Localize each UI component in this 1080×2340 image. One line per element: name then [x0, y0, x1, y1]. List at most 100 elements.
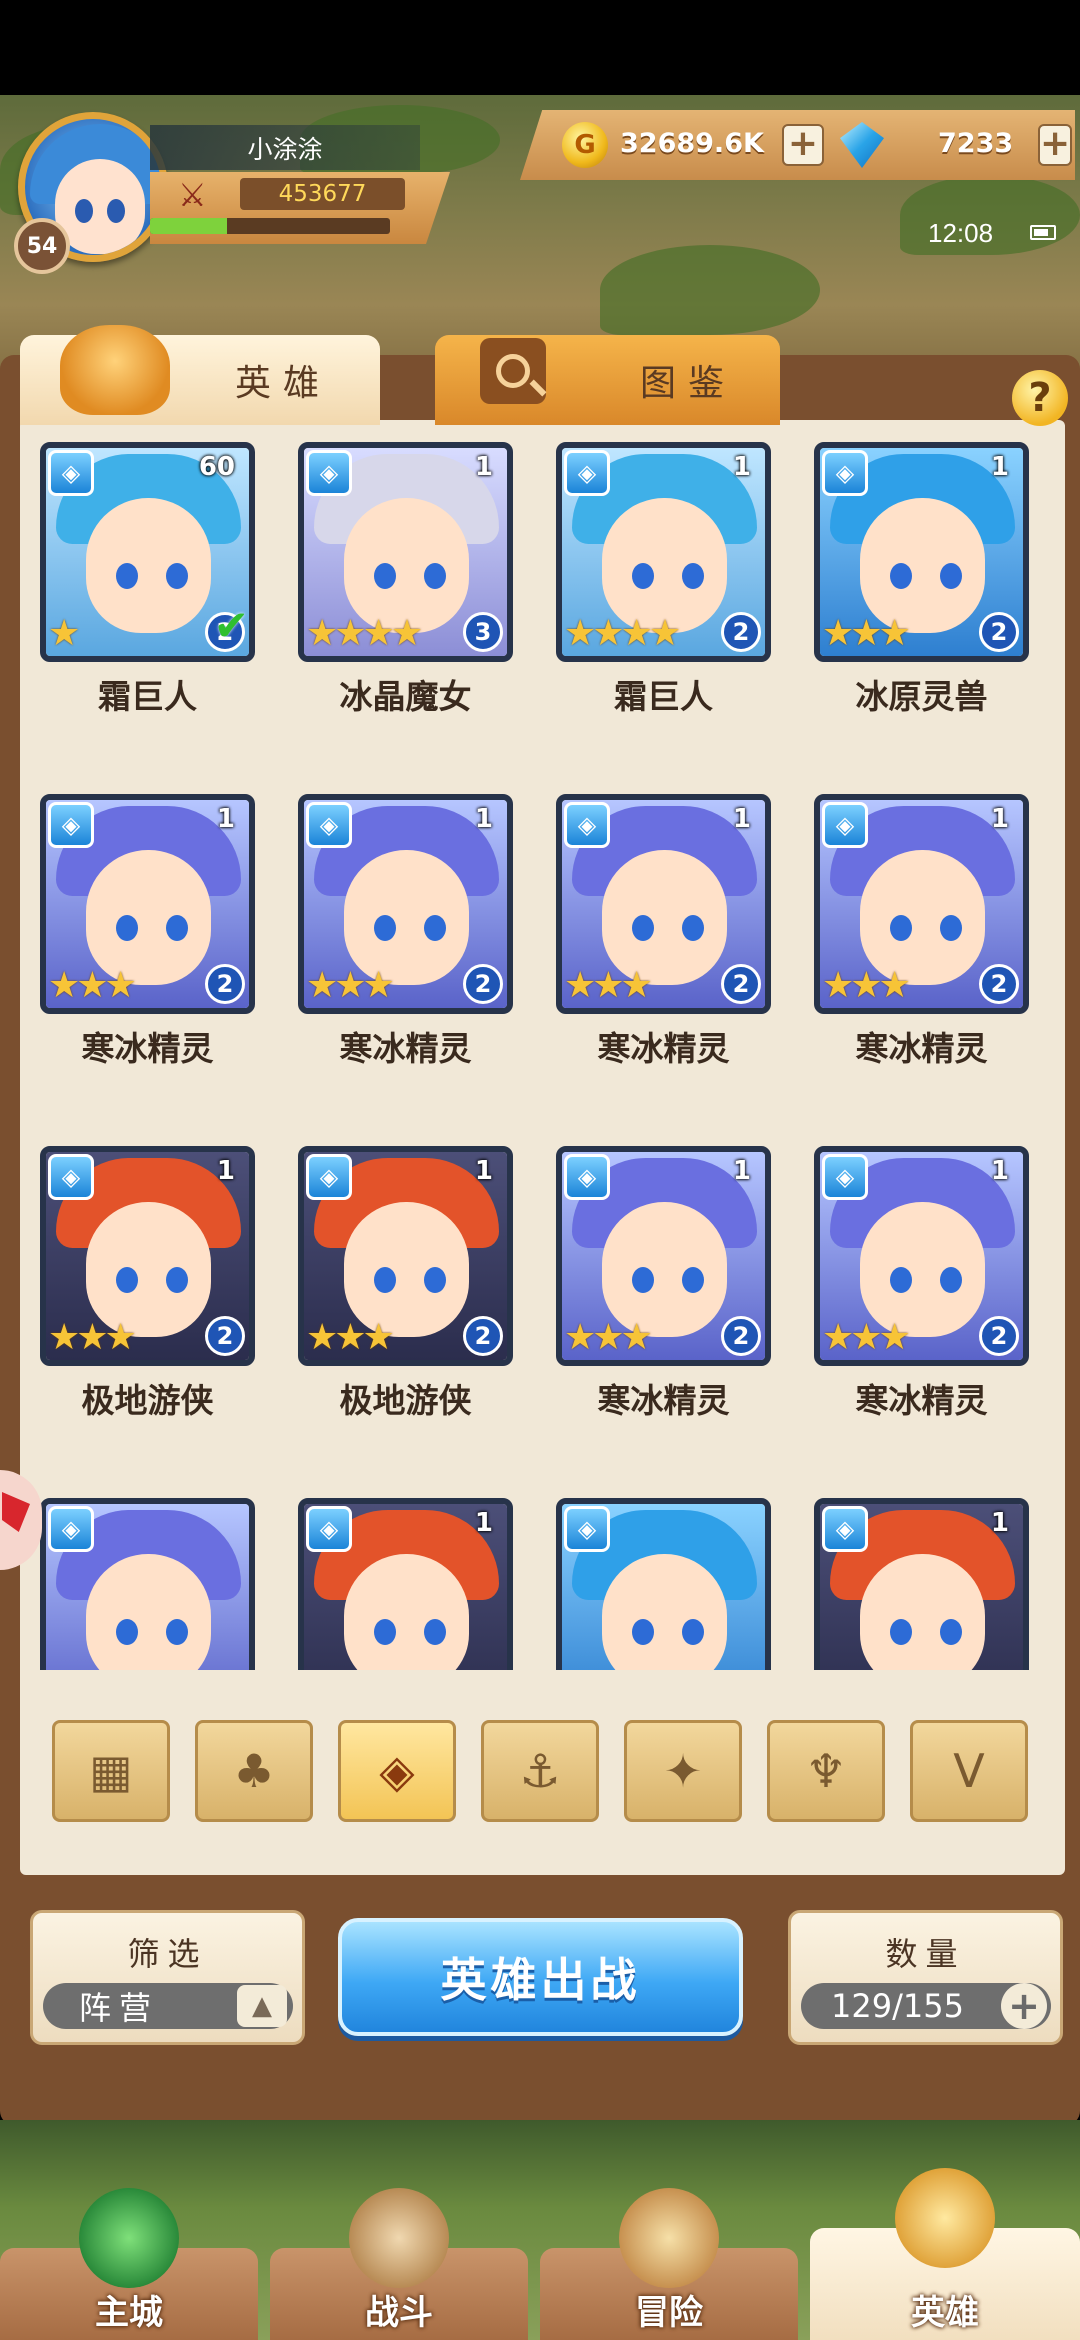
star-rating: ★★★	[822, 613, 911, 654]
crossed-swords-nav-icon	[349, 2188, 449, 2288]
gem-amount: 7233	[938, 128, 1014, 159]
player-level-badge: 54	[14, 218, 70, 274]
hero-level: 1	[990, 1508, 1009, 1538]
nav-battle-label: 战斗	[365, 2293, 433, 2333]
hero-card[interactable]: ◈ 1	[794, 1486, 1029, 1670]
beast-head-icon: ✦	[663, 1744, 703, 1798]
leaf-icon: ♣	[233, 1744, 275, 1798]
tab-codex-label: 图鉴	[640, 363, 737, 404]
deploy-heroes-button[interactable]: 英雄出战	[338, 1918, 743, 2036]
hero-level: 1	[474, 452, 493, 482]
rank-badge: 2	[721, 1316, 761, 1356]
filter-value[interactable]: 阵营 ▲	[43, 1983, 293, 2029]
hero-card[interactable]: ◈ 1 ★★★ 2 冰原灵兽	[794, 430, 1029, 740]
tab-heroes[interactable]: 英雄	[20, 325, 380, 425]
hero-name: 极地游侠	[81, 1381, 214, 1420]
ice-faction-icon: ◈	[48, 1506, 94, 1552]
hero-portrait[interactable]: ◈	[556, 1498, 771, 1670]
arrow-up-icon[interactable]: ▲	[237, 1985, 287, 2027]
filter-ice-crystal-button[interactable]: ◈	[338, 1720, 456, 1822]
ice-faction-icon: ◈	[306, 802, 352, 848]
rank-badge: 2	[979, 964, 1019, 1004]
hero-card[interactable]: ◈ 1 ★★★ 2 寒冰精灵	[794, 1134, 1029, 1444]
hero-portrait[interactable]: ◈ 1 ★★★ 2	[40, 794, 255, 1014]
deployed-check-icon: ✔	[213, 601, 249, 650]
hero-name: 极地游侠	[339, 1381, 472, 1420]
ice-faction-icon: ◈	[306, 450, 352, 496]
filter-beast-head-button[interactable]: ✦	[624, 1720, 742, 1822]
hero-card[interactable]: ◈ 1 ★★★ 2 极地游侠	[278, 1134, 513, 1444]
hero-card[interactable]: ◈ 1 ★★★ 2 极地游侠	[20, 1134, 255, 1444]
add-gems-button[interactable]: +	[1038, 124, 1072, 166]
nav-heroes[interactable]: 英雄	[810, 2168, 1080, 2340]
star-rating: ★★★	[564, 965, 653, 1006]
magnifier-icon	[480, 338, 546, 404]
hero-portrait[interactable]: ◈ 1 ★★★★ 3	[298, 442, 513, 662]
hero-name: 寒冰精灵	[81, 1029, 214, 1068]
hero-card[interactable]: ◈ 60 ★ 2 ✔ 霜巨人	[20, 430, 255, 740]
add-gold-button[interactable]: +	[782, 124, 824, 166]
hero-card[interactable]: ◈ 1 ★★★★ 2 霜巨人	[536, 430, 771, 740]
hero-portrait[interactable]: ◈ 1 ★★★ 2	[40, 1146, 255, 1366]
hero-card[interactable]: ◈ 1 ★★★ 2 寒冰精灵	[20, 782, 255, 1092]
star-rating: ★★★	[822, 965, 911, 1006]
hero-portrait[interactable]: ◈ 1 ★★★ 2	[814, 1146, 1029, 1366]
hero-portrait[interactable]: ◈ 1 ★★★ 2	[814, 794, 1029, 1014]
hero-portrait[interactable]: ◈ 1	[298, 1498, 513, 1670]
hero-name: 寒冰精灵	[597, 1029, 730, 1068]
filter-anchor-button[interactable]: ⚓	[481, 1720, 599, 1822]
diamond-icon	[840, 122, 884, 168]
ice-faction-icon: ◈	[564, 802, 610, 848]
help-icon[interactable]: ?	[1012, 370, 1068, 426]
filter-fang-button[interactable]: ♆	[767, 1720, 885, 1822]
hero-portrait[interactable]: ◈ 1 ★★★ 2	[556, 794, 771, 1014]
hero-level: 1	[990, 804, 1009, 834]
hero-portrait[interactable]: ◈ 1 ★★★ 2	[556, 1146, 771, 1366]
filter-title: 筛选	[127, 1935, 208, 1973]
hero-name: 霜巨人	[98, 677, 197, 716]
filter-leaf-button[interactable]: ♣	[195, 1720, 313, 1822]
hero-level: 1	[732, 1156, 751, 1186]
hero-card[interactable]: ◈ 1 ★★★ 2 寒冰精灵	[794, 782, 1029, 1092]
hero-card[interactable]: ◈ 1 ★★★★ 3 冰晶魔女	[278, 430, 513, 740]
hero-card[interactable]: ◈	[20, 1486, 255, 1670]
hero-name: 寒冰精灵	[597, 1381, 730, 1420]
xp-progress-fill	[150, 218, 227, 234]
hero-card[interactable]: ◈ 1 ★★★ 2 寒冰精灵	[278, 782, 513, 1092]
expand-slots-button[interactable]: +	[1001, 1983, 1047, 2029]
hero-name: 冰原灵兽	[855, 677, 988, 716]
star-rating: ★★★★	[306, 613, 423, 654]
ice-faction-icon: ◈	[564, 1506, 610, 1552]
nav-adventure[interactable]: 冒险	[540, 2188, 798, 2340]
hero-card[interactable]: ◈ 1 ★★★ 2 寒冰精灵	[536, 782, 771, 1092]
hero-portrait[interactable]: ◈	[40, 1498, 255, 1670]
v-wing-icon: V	[953, 1744, 985, 1798]
hero-card[interactable]: ◈	[536, 1486, 771, 1670]
hero-portrait[interactable]: ◈ 1 ★★★ 2	[814, 442, 1029, 662]
ice-crystal-icon: ◈	[379, 1744, 415, 1798]
filter-v-wing-button[interactable]: V	[910, 1720, 1028, 1822]
ice-faction-icon: ◈	[822, 1154, 868, 1200]
hero-portrait[interactable]: ◈ 1 ★★★ 2	[298, 794, 513, 1014]
filter-grid-button[interactable]: ▦	[52, 1720, 170, 1822]
rank-badge: 2	[979, 612, 1019, 652]
ice-faction-icon: ◈	[306, 1506, 352, 1552]
hero-grid: ◈ 60 ★ 2 ✔ 霜巨人 ◈ 1 ★★★★ 3 冰晶魔女 ◈ 1 ★★★★	[20, 430, 1060, 1670]
hero-portrait[interactable]: ◈ 1 ★★★★ 2	[556, 442, 771, 662]
hero-level: 1	[732, 452, 751, 482]
hero-level: 1	[474, 1156, 493, 1186]
hero-card[interactable]: ◈ 1 ★★★ 2 寒冰精灵	[536, 1134, 771, 1444]
hero-portrait[interactable]: ◈ 1 ★★★ 2	[298, 1146, 513, 1366]
hero-portrait[interactable]: ◈ 60 ★ 2 ✔	[40, 442, 255, 662]
filter-panel[interactable]: 筛选 阵营 ▲	[30, 1910, 305, 2045]
grid-icon: ▦	[89, 1744, 133, 1798]
hero-card[interactable]: ◈ 1	[278, 1486, 513, 1670]
hero-name: 冰晶魔女	[339, 677, 472, 716]
nav-main-city[interactable]: 主城	[0, 2188, 258, 2340]
hero-portrait[interactable]: ◈ 1	[814, 1498, 1029, 1670]
rank-badge: 2	[463, 964, 503, 1004]
nav-main-city-label: 主城	[95, 2293, 163, 2333]
hero-level: 1	[990, 1156, 1009, 1186]
gold-coin-icon: G	[562, 122, 608, 168]
nav-battle[interactable]: 战斗	[270, 2188, 528, 2340]
